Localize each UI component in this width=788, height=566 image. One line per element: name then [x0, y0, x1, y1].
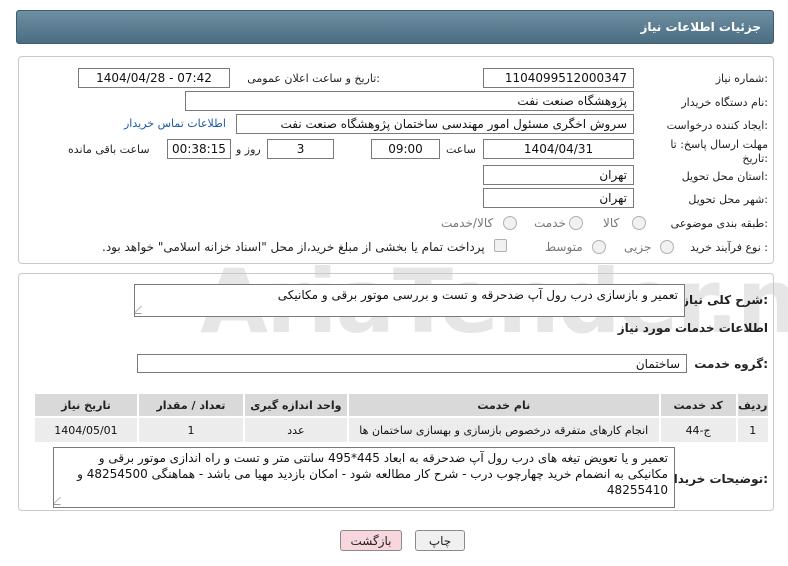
buyer-notes-field[interactable]: تعمیر و یا تعویض تیغه های درب رول آپ ضدح… [53, 447, 675, 508]
remaining-time-field[interactable]: 00:38:15 [167, 139, 231, 159]
need-number-label: شماره نیاز: [715, 72, 768, 85]
process-medium-radio[interactable] [592, 240, 606, 254]
col-service-name: نام خدمت [346, 392, 661, 418]
buyer-contact-link[interactable]: اطلاعات تماس خریدار [124, 117, 226, 130]
cell-row-number: 1 [735, 416, 771, 444]
col-quantity: تعداد / مقدار [136, 392, 245, 418]
remaining-label: ساعت باقی مانده [68, 143, 150, 156]
service-group-label: گروه خدمت: [694, 357, 768, 371]
services-section-title: اطلاعات خدمات مورد نیاز [617, 321, 768, 335]
deadline-time-field[interactable]: 09:00 [371, 139, 440, 159]
col-row-number: ردیف [735, 392, 771, 418]
days-label: روز و [236, 143, 261, 156]
category-goods-label: کالا [603, 216, 620, 230]
category-label: طبقه بندی موضوعی: [670, 217, 768, 230]
cell-unit: عدد [242, 416, 349, 444]
category-service-radio[interactable] [569, 216, 583, 230]
need-number-field[interactable]: 1104099512000347 [483, 68, 634, 88]
summary-text: تعمیر و بازسازی درب رول آپ ضدحرقه و تست … [277, 288, 678, 302]
creator-field[interactable]: سروش اخگری مسئول امور مهندسی ساختمان پژو… [236, 114, 634, 134]
table-row[interactable]: 1 ج-44 انجام کارهای متفرقه درخصوص بازساز… [33, 416, 771, 444]
category-both-label: کالا/خدمت [441, 216, 494, 230]
page-header: جزئیات اطلاعات نیاز [16, 10, 774, 44]
payment-note: پرداخت تمام یا بخشی از مبلغ خرید،از محل … [102, 240, 485, 254]
print-button[interactable]: چاپ [415, 530, 465, 551]
category-service-label: خدمت [534, 216, 566, 230]
announce-label: تاریخ و ساعت اعلان عمومی: [247, 72, 380, 85]
process-partial-radio[interactable] [660, 240, 674, 254]
buyer-label: نام دستگاه خریدار: [681, 96, 768, 109]
process-medium-label: متوسط [545, 240, 583, 254]
cell-quantity: 1 [136, 416, 245, 444]
cell-service-code: ج-44 [658, 416, 738, 444]
cell-service-name: انجام کارهای متفرقه درخصوص بازسازی و بهس… [346, 416, 661, 444]
announce-field[interactable]: 1404/04/28 - 07:42 [78, 68, 230, 88]
deadline-label: مهلت ارسال پاسخ: تا تاریخ: [670, 138, 768, 165]
creator-label: ایجاد کننده درخواست: [666, 119, 768, 132]
days-field[interactable]: 3 [267, 139, 334, 159]
process-label: نوع فرآیند خرید : [690, 241, 768, 254]
buyer-field[interactable]: پژوهشگاه صنعت نفت [185, 91, 634, 111]
buyer-notes-text: تعمیر و یا تعویض تیغه های درب رول آپ ضدح… [77, 451, 668, 497]
col-service-code: کد خدمت [658, 392, 738, 418]
page-title: جزئیات اطلاعات نیاز [640, 20, 761, 34]
process-partial-label: جزیی [624, 240, 652, 254]
deadline-date-field[interactable]: 1404/04/31 [483, 139, 634, 159]
cell-need-date: 1404/05/01 [33, 416, 139, 444]
services-table: ردیف کد خدمت نام خدمت واحد اندازه گیری ت… [33, 392, 771, 444]
province-label: استان محل تحویل: [681, 170, 768, 183]
col-need-date: تاریخ نیاز [33, 392, 139, 418]
col-unit: واحد اندازه گیری [242, 392, 349, 418]
summary-field[interactable]: تعمیر و بازسازی درب رول آپ ضدحرقه و تست … [134, 284, 685, 317]
buyer-notes-label: توضیحات خریدار: [666, 472, 768, 486]
summary-label: شرح کلی نیاز: [682, 293, 768, 307]
province-field[interactable]: تهران [483, 165, 634, 185]
category-goods-radio[interactable] [632, 216, 646, 230]
table-header-row: ردیف کد خدمت نام خدمت واحد اندازه گیری ت… [33, 392, 771, 418]
treasury-payment-checkbox[interactable] [494, 239, 507, 252]
back-button[interactable]: بازگشت [340, 530, 402, 551]
resize-handle[interactable] [135, 306, 149, 314]
time-label: ساعت [446, 143, 476, 156]
city-field[interactable]: تهران [483, 188, 634, 208]
category-both-radio[interactable] [503, 216, 517, 230]
service-group-field[interactable]: ساختمان [137, 354, 687, 373]
resize-handle[interactable] [54, 497, 68, 505]
city-label: شهر محل تحویل: [688, 193, 768, 206]
